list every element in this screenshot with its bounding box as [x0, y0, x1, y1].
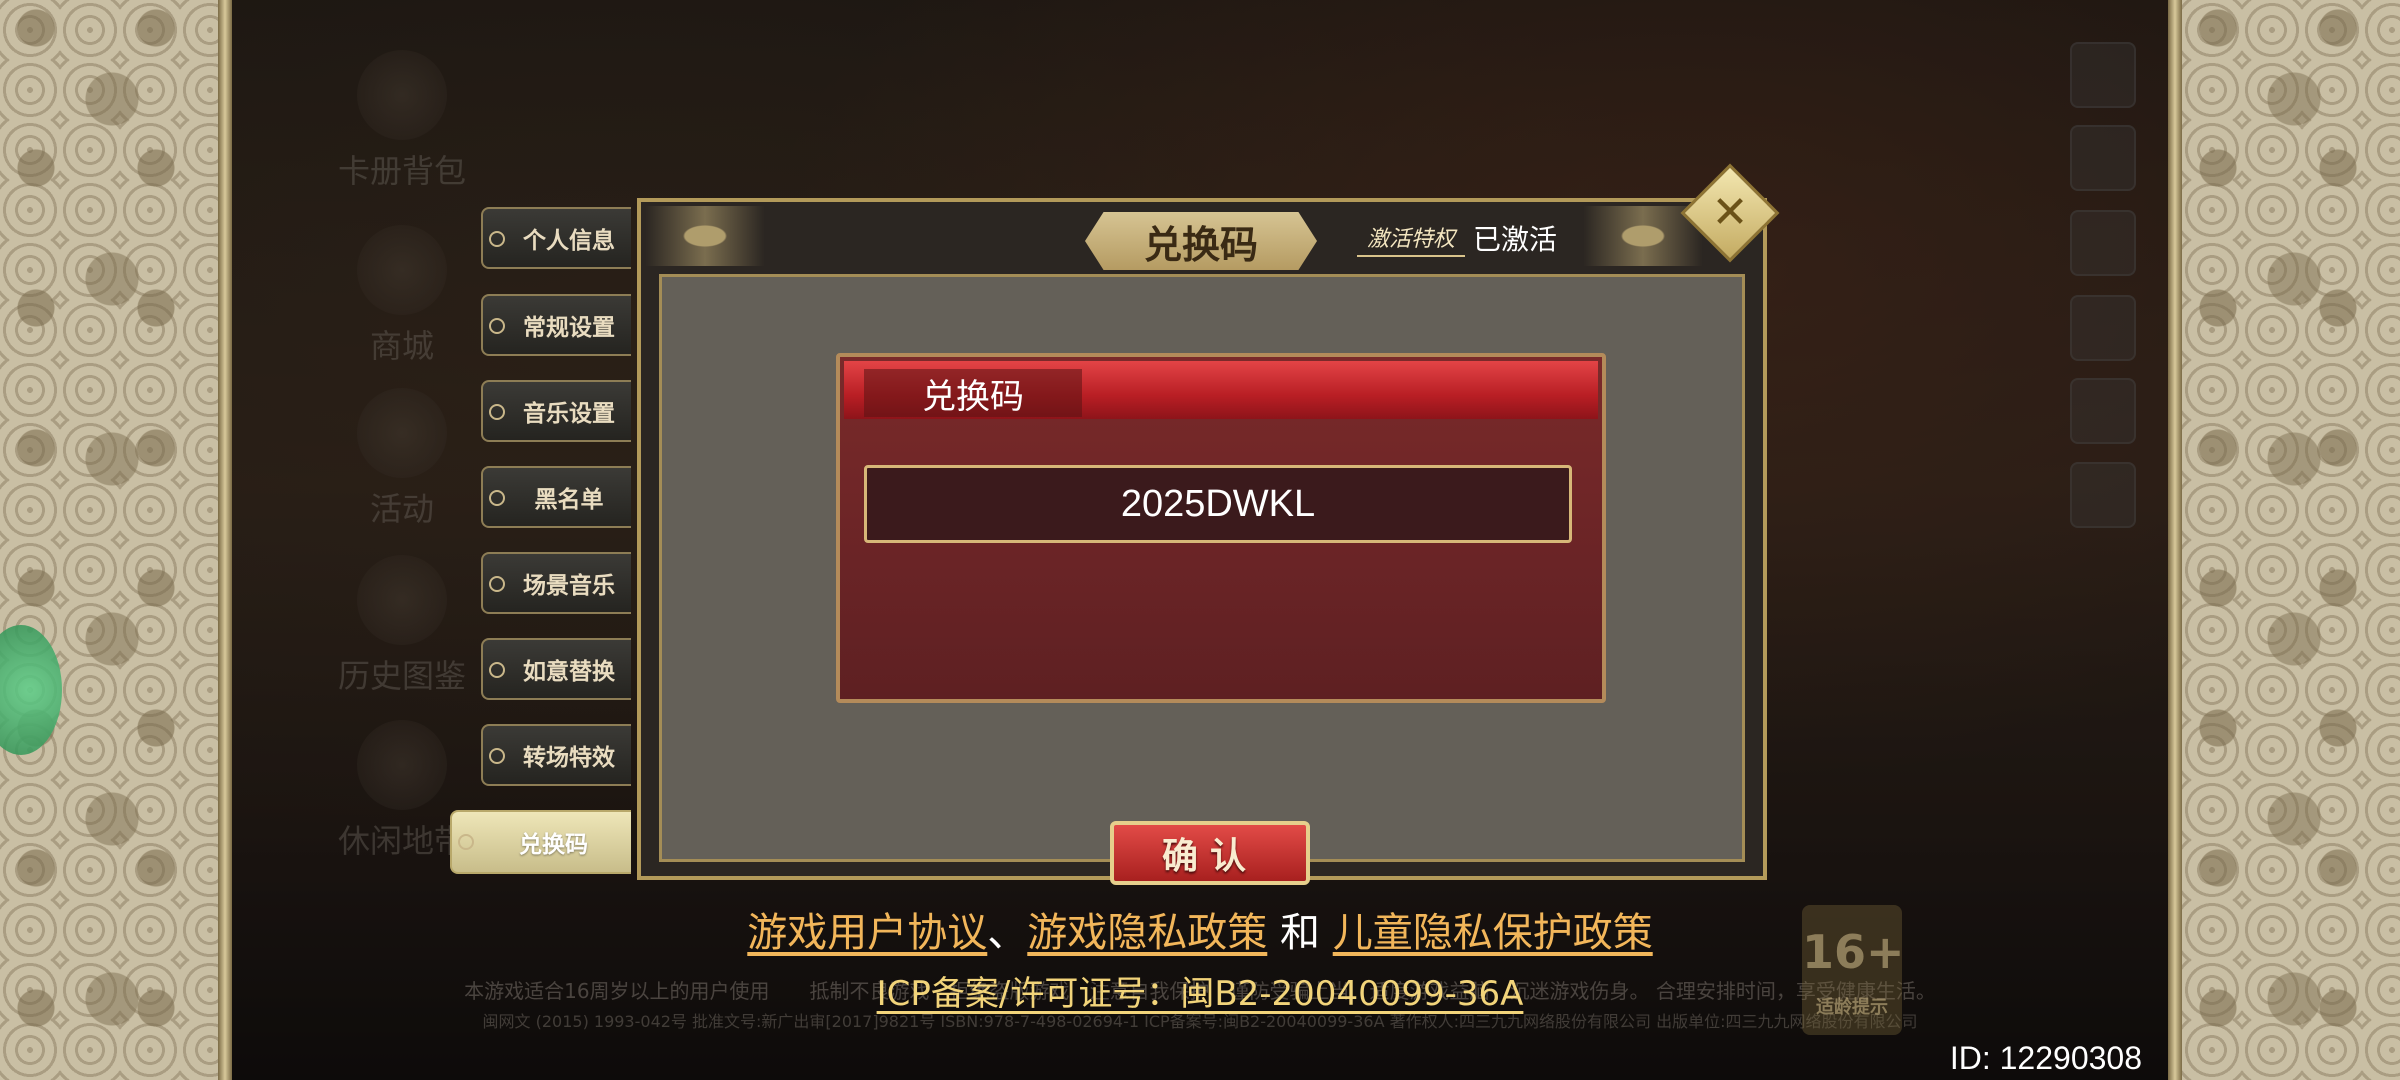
game-screen: 卡册背包 商城 活动 历史图鉴 休闲地带 个人信息 常规设置 音乐设置 黑名单 … — [0, 0, 2400, 1080]
tab-label: 常规设置 — [523, 315, 615, 341]
tab-label: 场景音乐 — [523, 573, 615, 599]
privacy-policy-link[interactable]: 游戏隐私政策 — [1027, 910, 1267, 956]
corner-ornament — [645, 206, 765, 266]
redeem-code-input[interactable] — [864, 465, 1572, 543]
tab-personal-info[interactable]: 个人信息 — [481, 207, 631, 269]
age-rating-label: 适龄提示 — [1816, 997, 1888, 1018]
settings-panel: 兑换码 激活特权 已激活 ✕ 兑换码 确认 — [637, 163, 1780, 885]
user-id-label: ID: 12290308 — [1949, 1040, 2142, 1076]
tab-redeem-code[interactable]: 兑换码 — [450, 810, 631, 874]
tab-label: 转场特效 — [523, 745, 615, 771]
tab-scene-music[interactable]: 场景音乐 — [481, 552, 631, 614]
tab-ruyi-replace[interactable]: 如意替换 — [481, 638, 631, 700]
panel-title: 兑换码 — [1085, 212, 1317, 270]
activation-status-group: 激活特权 已激活 — [1357, 218, 1557, 258]
icp-license-link[interactable]: ICP备案/许可证号：闽B2-20040099-36A — [0, 966, 2400, 1015]
tab-general-settings[interactable]: 常规设置 — [481, 294, 631, 356]
activation-privilege-badge: 激活特权 — [1357, 219, 1466, 257]
close-icon: ✕ — [1711, 187, 1749, 238]
policy-conjunction: 和 — [1280, 910, 1320, 956]
activation-status-text: 已激活 — [1473, 223, 1558, 256]
age-rating-badge: 16+ 适龄提示 — [1802, 905, 1905, 1035]
tab-music-settings[interactable]: 音乐设置 — [481, 380, 631, 442]
child-privacy-link[interactable]: 儿童隐私保护政策 — [1333, 910, 1653, 956]
panel-content-area: 兑换码 确认 — [659, 274, 1745, 885]
tab-label: 黑名单 — [534, 487, 604, 513]
age-rating-value: 16+ — [1802, 925, 1905, 979]
tab-blacklist[interactable]: 黑名单 — [481, 466, 631, 528]
redeem-code-card: 兑换码 — [836, 353, 1606, 703]
redeem-card-title: 兑换码 — [864, 369, 1082, 417]
redeem-card-header: 兑换码 — [844, 361, 1598, 419]
user-agreement-link[interactable]: 游戏用户协议 — [747, 910, 987, 956]
tab-label: 个人信息 — [523, 228, 615, 254]
policy-separator: 、 — [987, 910, 1028, 956]
tab-label: 兑换码 — [519, 832, 588, 858]
tab-label: 如意替换 — [523, 659, 615, 685]
confirm-button[interactable]: 确认 — [1110, 821, 1310, 885]
tab-label: 音乐设置 — [523, 401, 615, 427]
tab-transition-effects[interactable]: 转场特效 — [481, 724, 631, 786]
policy-links: 游戏用户协议、游戏隐私政策 和 儿童隐私保护政策 — [0, 900, 2400, 958]
